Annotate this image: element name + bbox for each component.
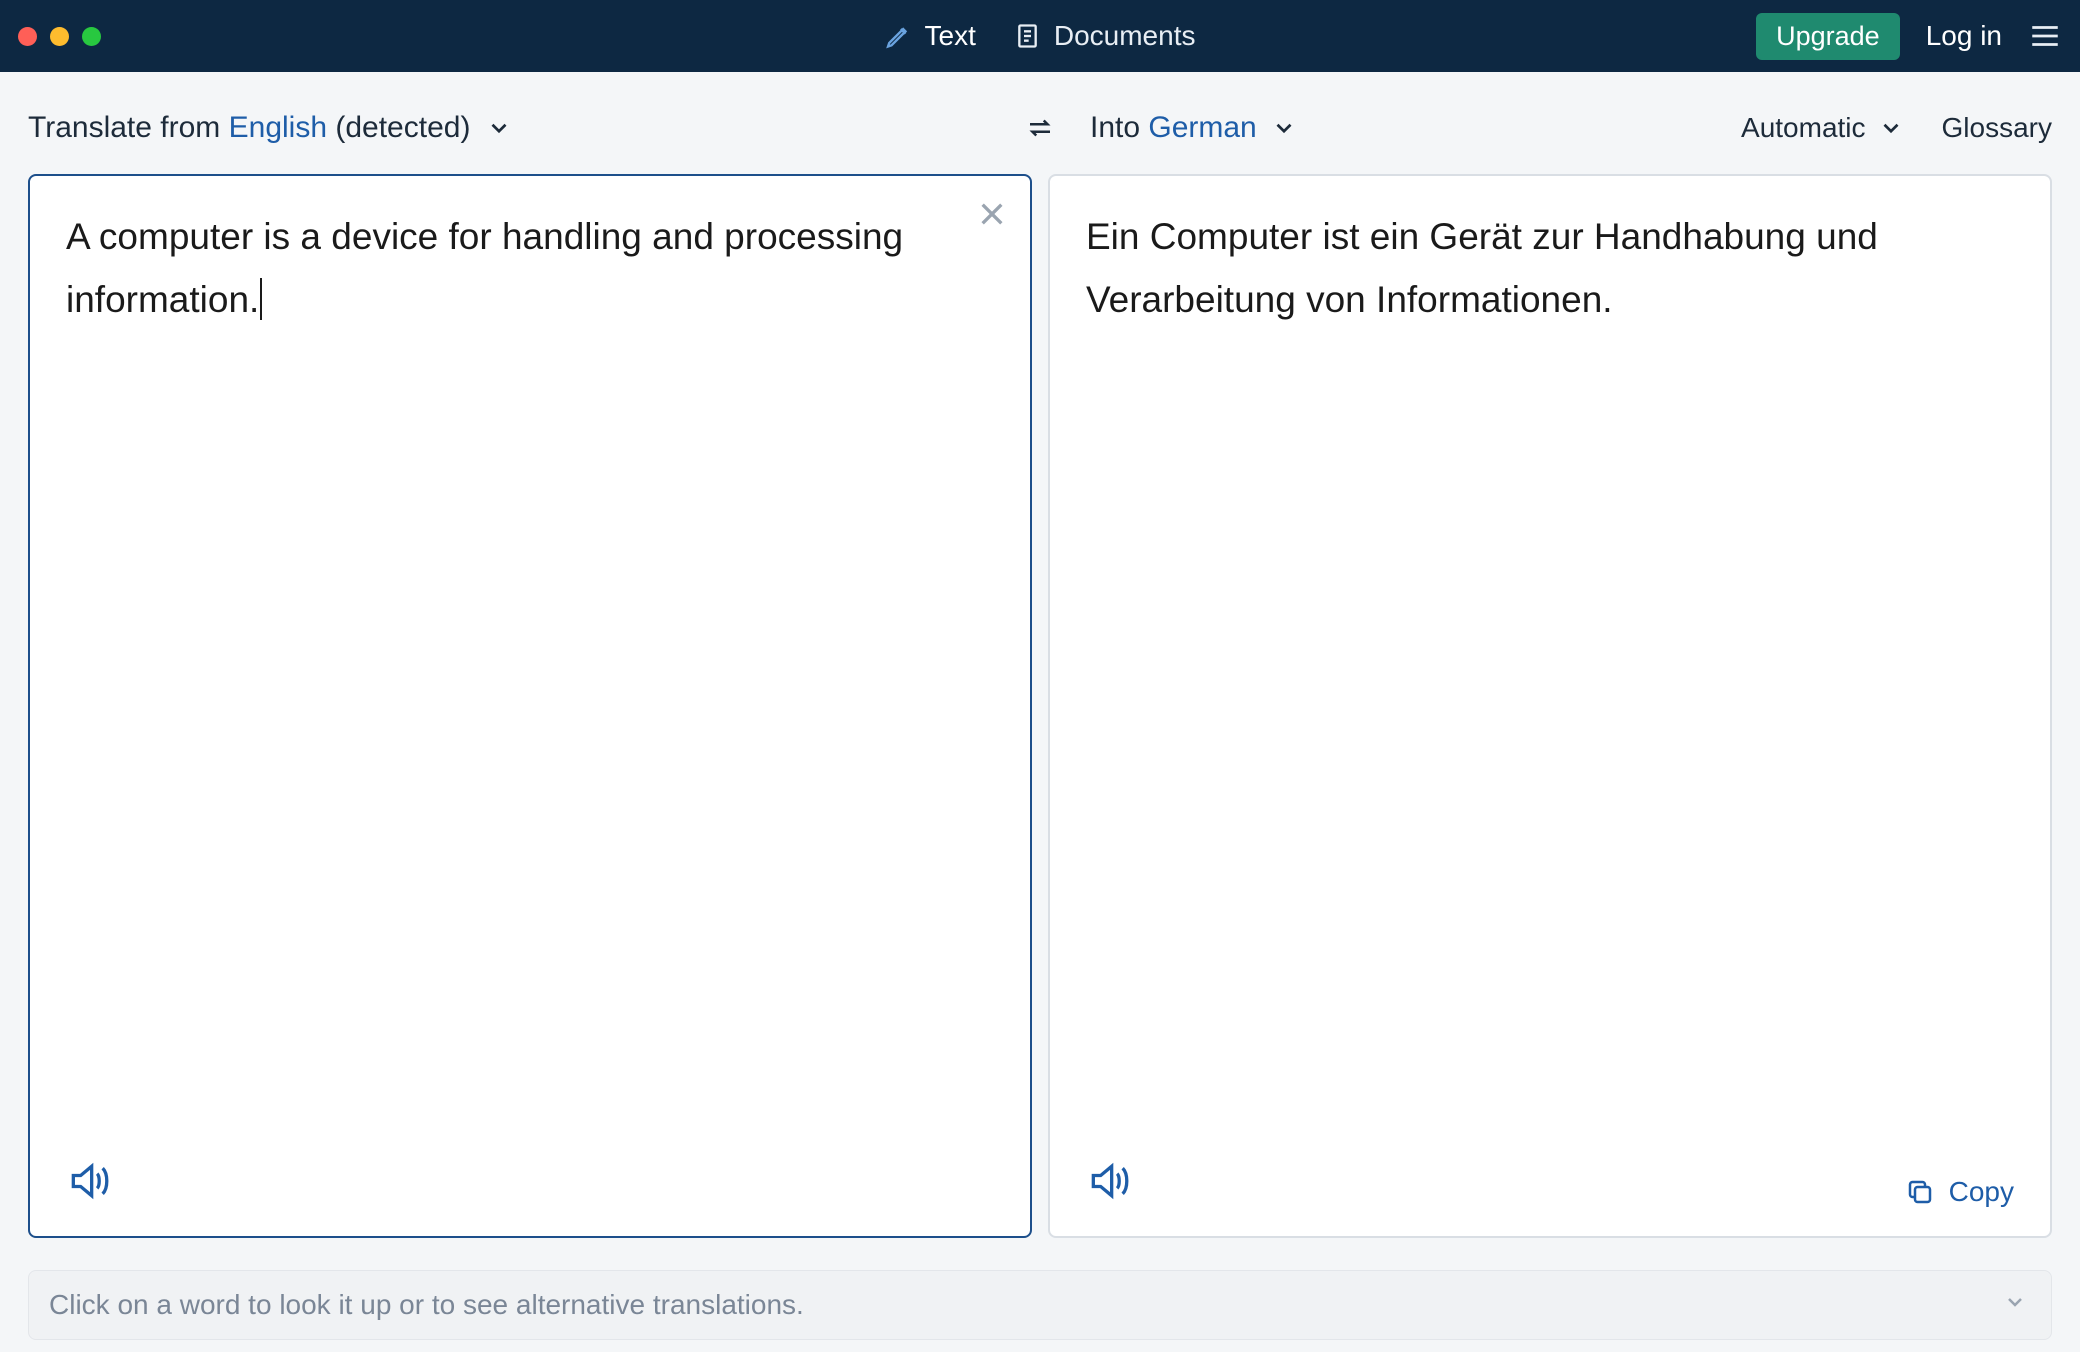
main-area: Translate from English (detected) Into G… <box>0 72 2080 1254</box>
pencil-icon <box>885 22 913 50</box>
text-cursor <box>260 278 262 320</box>
target-panel: Ein Computer ist ein Gerät zur Handhabun… <box>1048 174 2052 1238</box>
clear-button[interactable] <box>976 198 1008 235</box>
formality-label: Automatic <box>1741 112 1866 144</box>
hint-text: Click on a word to look it up or to see … <box>49 1289 804 1321</box>
target-controls: Into German Automatic Glossary <box>1090 111 2052 145</box>
chevron-down-icon <box>1878 115 1904 141</box>
target-language-selector[interactable]: Into German <box>1090 111 1297 145</box>
tab-text[interactable]: Text <box>885 0 976 72</box>
hint-bar[interactable]: Click on a word to look it up or to see … <box>28 1270 2052 1340</box>
source-text[interactable]: A computer is a device for handling and … <box>66 206 994 332</box>
swap-languages-button[interactable] <box>1025 113 1055 143</box>
into-prefix: Into <box>1090 111 1148 144</box>
menu-icon[interactable] <box>2028 19 2062 53</box>
login-link[interactable]: Log in <box>1926 20 2002 52</box>
chevron-down-icon <box>2003 1289 2027 1321</box>
source-language-selector[interactable]: Translate from English (detected) <box>28 111 512 145</box>
glossary-button[interactable]: Glossary <box>1942 112 2052 144</box>
window-controls <box>18 27 101 46</box>
source-panel[interactable]: A computer is a device for handling and … <box>28 174 1032 1238</box>
formality-selector[interactable]: Automatic <box>1741 112 1904 144</box>
titlebar-right: Upgrade Log in <box>1756 13 2062 60</box>
tab-documents[interactable]: Documents <box>1014 0 1196 72</box>
from-prefix: Translate from <box>28 111 229 144</box>
listen-target-button[interactable] <box>1086 1159 1130 1208</box>
close-window-button[interactable] <box>18 27 37 46</box>
into-language: German <box>1148 111 1256 144</box>
maximize-window-button[interactable] <box>82 27 101 46</box>
chevron-down-icon <box>1271 115 1297 141</box>
tab-text-label: Text <box>925 20 976 52</box>
target-text[interactable]: Ein Computer ist ein Gerät zur Handhabun… <box>1086 206 2014 332</box>
detected-suffix: (detected) <box>327 111 470 144</box>
document-icon <box>1014 22 1042 50</box>
translation-panels: A computer is a device for handling and … <box>28 174 2052 1238</box>
tab-documents-label: Documents <box>1054 20 1196 52</box>
titlebar: Text Documents Upgrade Log in <box>0 0 2080 72</box>
minimize-window-button[interactable] <box>50 27 69 46</box>
chevron-down-icon <box>486 115 512 141</box>
copy-label: Copy <box>1949 1176 2014 1208</box>
titlebar-tabs: Text Documents <box>885 0 1196 72</box>
language-controls: Translate from English (detected) Into G… <box>28 100 2052 156</box>
from-language: English <box>229 111 327 144</box>
listen-source-button[interactable] <box>66 1159 110 1208</box>
upgrade-button[interactable]: Upgrade <box>1756 13 1900 60</box>
copy-button[interactable]: Copy <box>1905 1176 2014 1208</box>
